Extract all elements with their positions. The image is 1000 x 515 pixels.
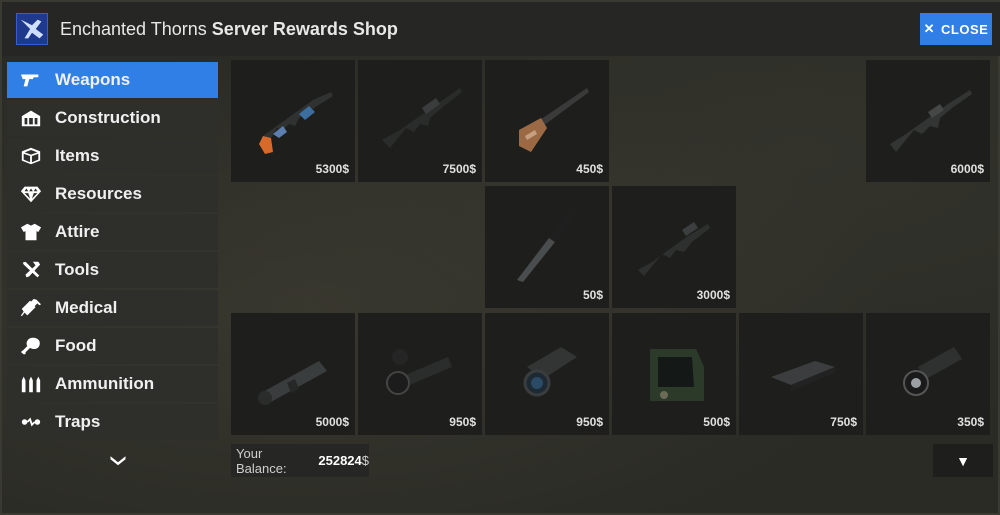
combat-knife-icon	[517, 210, 575, 282]
bullets-icon	[19, 374, 43, 394]
sidebar-item-label: Items	[55, 146, 100, 165]
item-price: 450$	[576, 162, 603, 176]
diamond-icon	[19, 184, 43, 204]
weapon-lasersight-icon	[771, 361, 835, 391]
sidebar-item-tools[interactable]: Tools	[7, 252, 218, 288]
close-button[interactable]: ✕ CLOSE	[920, 13, 992, 45]
sidebar-item-label: Ammunition	[55, 374, 155, 393]
box-icon	[19, 146, 43, 166]
page-title: Enchanted Thorns Server Rewards Shop	[60, 19, 398, 40]
item-price: 5000$	[315, 415, 349, 429]
item-price: 3000$	[696, 288, 730, 302]
title-server-name: Enchanted Thorns	[60, 19, 207, 39]
shop-item-m249[interactable]: 6000$	[866, 60, 990, 182]
shop-item-rocket-launcher[interactable]: 5000$	[231, 313, 355, 435]
shop-item-mp5[interactable]: 3000$	[612, 186, 736, 308]
m249-rifle-icon	[890, 90, 972, 152]
item-price: 350$	[957, 415, 984, 429]
balance-value: 252824	[318, 453, 362, 468]
balance-display: Your Balance: 252824 $	[231, 444, 369, 477]
sidebar-item-items[interactable]: Items	[7, 138, 218, 174]
mp5-smg-icon	[638, 222, 710, 276]
pistol-icon	[19, 70, 43, 90]
shop-item-double-barrel[interactable]: 450$	[485, 60, 609, 182]
sidebar-item-label: Traps	[55, 412, 101, 431]
sidebar-item-medical[interactable]: Medical	[7, 290, 218, 326]
hammer-wrench-icon	[19, 260, 43, 280]
item-price: 950$	[449, 415, 476, 429]
syringe-icon	[19, 298, 43, 318]
sidebar-item-label: Resources	[55, 184, 142, 203]
shop-item-lasersight[interactable]: 750$	[739, 313, 863, 435]
triangle-down-icon: ▼	[956, 452, 970, 469]
shop-item-holosight[interactable]: 500$	[612, 313, 736, 435]
sidebar-item-label: Construction	[55, 108, 161, 127]
tripwire-icon	[19, 412, 43, 432]
item-price: 5300$	[315, 162, 349, 176]
shop-window: Enchanted Thorns Server Rewards Shop ✕ C…	[0, 0, 1000, 515]
tshirt-icon	[19, 222, 43, 242]
sidebar-item-label: Attire	[55, 222, 100, 241]
shop-item-16x-scope[interactable]: 950$	[485, 313, 609, 435]
item-price: 7500$	[442, 162, 476, 176]
shop-item-lr300[interactable]: 7500$	[358, 60, 482, 182]
shop-item-flashlight[interactable]: 350$	[866, 313, 990, 435]
balance-currency: $	[361, 453, 369, 468]
rocket-launcher-icon	[258, 361, 327, 405]
balance-label: Your Balance:	[236, 445, 287, 476]
item-price: 500$	[703, 415, 730, 429]
flashlight-attachment-icon	[903, 347, 962, 396]
item-price: 6000$	[950, 162, 984, 176]
holosight-icon	[650, 349, 704, 401]
sidebar-item-traps[interactable]: Traps	[7, 404, 218, 440]
drumstick-icon	[19, 336, 43, 356]
item-price: 950$	[576, 415, 603, 429]
server-logo-icon	[16, 13, 48, 45]
sidebar-item-label: Tools	[55, 260, 100, 279]
item-price: 750$	[830, 415, 857, 429]
close-icon: ✕	[923, 21, 936, 36]
sidebar-item-construction[interactable]: Construction	[7, 100, 218, 136]
category-sidebar: Weapons Construction Items Resources Att…	[7, 62, 218, 442]
sidebar-item-attire[interactable]: Attire	[7, 214, 218, 250]
shop-item-8x-scope[interactable]: 950$	[358, 313, 482, 435]
building-icon	[19, 108, 43, 128]
chevron-down-icon	[110, 456, 126, 466]
sidebar-item-label: Weapons	[55, 70, 131, 89]
double-barrel-shotgun-icon	[519, 88, 589, 152]
shop-item-assault-rifle[interactable]: 5300$	[231, 60, 355, 182]
close-label: CLOSE	[941, 21, 989, 37]
sidebar-item-label: Food	[55, 336, 97, 355]
sidebar-item-weapons[interactable]: Weapons	[7, 62, 218, 98]
sidebar-item-label: Medical	[55, 298, 118, 317]
sidebar-item-food[interactable]: Food	[7, 328, 218, 364]
assault-rifle-icon	[259, 92, 333, 154]
next-page-button[interactable]: ▼	[933, 444, 993, 477]
item-price: 50$	[582, 288, 603, 302]
lr300-rifle-icon	[382, 88, 462, 148]
sidebar-scroll-down[interactable]	[106, 452, 130, 468]
sidebar-item-resources[interactable]: Resources	[7, 176, 218, 212]
scope-16x-icon	[523, 347, 577, 397]
scope-8x-icon	[386, 349, 452, 395]
sidebar-item-ammunition[interactable]: Ammunition	[7, 366, 218, 402]
title-shop-name: Server Rewards Shop	[211, 19, 398, 39]
shop-item-combat-knife[interactable]: 50$	[485, 186, 609, 308]
header-bar: Enchanted Thorns Server Rewards Shop ✕ C…	[2, 2, 1000, 56]
